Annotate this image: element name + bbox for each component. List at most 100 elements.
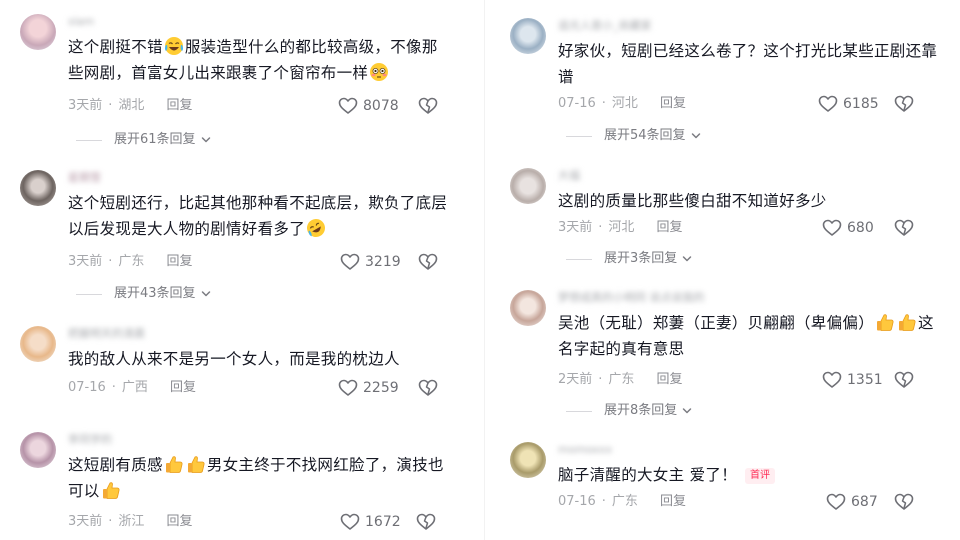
reply-button[interactable]: 回复 xyxy=(166,514,192,529)
avatar[interactable] xyxy=(510,290,546,326)
like-count: 687 xyxy=(851,494,878,510)
chevron-down-icon xyxy=(681,253,693,265)
broken-heart-icon xyxy=(894,370,914,390)
dislike-button[interactable] xyxy=(894,218,914,238)
comment-item: 星期雪 这个短剧还行，比起其他那种看不起底层，欺负了底层以后发现是大人物的剧情好… xyxy=(0,170,480,305)
username[interactable]: slam xyxy=(68,14,94,30)
dislike-button[interactable] xyxy=(418,378,438,398)
reply-button[interactable]: 回复 xyxy=(656,220,682,235)
location: 广东 xyxy=(118,254,145,269)
like-count: 6185 xyxy=(843,96,879,112)
reply-button[interactable]: 回复 xyxy=(656,372,682,387)
location: 广西 xyxy=(121,380,148,395)
like-button[interactable]: 687 xyxy=(826,492,878,512)
comment-text: 这短剧有质感 男女主终于不找网红脸了，演技也可以 xyxy=(68,454,444,500)
comment-text: 吴池（无耻）郑萋（正妻）贝翩翩（卑偏偏） 这名字起的真有意思 xyxy=(558,312,934,358)
comment-meta: 07-16 · 广西 回复 xyxy=(68,380,196,395)
rolling-on-floor-laughing-emoji xyxy=(306,218,326,238)
dislike-button[interactable] xyxy=(894,492,914,512)
username[interactable]: 李同学的 xyxy=(68,432,112,448)
thumbs-up-emoji xyxy=(164,454,184,474)
expand-replies-button[interactable]: 展开43条回复 xyxy=(76,284,212,304)
like-button[interactable]: 680 xyxy=(822,218,874,238)
username[interactable]: 把握明天的清晨 xyxy=(68,326,145,342)
heart-outline-icon xyxy=(338,96,358,116)
username[interactable]: 梦想成真的小明同 说点说我的 xyxy=(558,290,705,306)
thumbs-up-emoji xyxy=(101,480,121,500)
broken-heart-icon xyxy=(894,492,914,512)
reply-button[interactable]: 回复 xyxy=(660,494,686,509)
chevron-down-icon xyxy=(690,130,702,142)
timestamp: 3天前 xyxy=(558,220,593,235)
heart-outline-icon xyxy=(822,218,842,238)
comment-text: 我的敌人从来不是另一个女人，而是我的枕边人 xyxy=(68,350,400,368)
comment-meta: 07-16 · 河北 回复 xyxy=(558,96,686,111)
avatar[interactable] xyxy=(20,14,56,50)
broken-heart-icon xyxy=(418,378,438,398)
thumbs-up-emoji xyxy=(875,312,895,332)
like-count: 1351 xyxy=(847,372,883,388)
avatar[interactable] xyxy=(20,432,56,468)
location: 浙江 xyxy=(118,514,145,529)
chevron-down-icon xyxy=(200,288,212,300)
avatar[interactable] xyxy=(20,170,56,206)
heart-outline-icon xyxy=(340,252,360,272)
comment-item: momoxxx 脑子清醒的大女主 爱了！ 首评 07-16 · 广东 回复 687 xyxy=(490,442,960,532)
like-count: 3219 xyxy=(365,254,401,270)
like-button[interactable]: 8078 xyxy=(338,96,399,116)
timestamp: 2天前 xyxy=(558,372,593,387)
timestamp: 3天前 xyxy=(68,514,103,529)
username[interactable]: momoxxx xyxy=(558,442,612,458)
comment-item: slam 这个剧挺不错 服装造型什么的都比较高级，不像那些网剧，首富女儿出来跟裹了… xyxy=(0,14,480,147)
expand-replies-button[interactable]: 展开54条回复 xyxy=(566,126,702,146)
dislike-button[interactable] xyxy=(418,96,438,116)
avatar[interactable] xyxy=(510,168,546,204)
location: 广东 xyxy=(608,372,635,387)
avatar[interactable] xyxy=(510,18,546,54)
dislike-button[interactable] xyxy=(418,252,438,272)
location: 河北 xyxy=(611,96,638,111)
username[interactable]: 追光人是小_收藏家 xyxy=(558,18,652,34)
reply-button[interactable]: 回复 xyxy=(166,254,192,269)
comment-meta: 3天前 · 浙江 回复 xyxy=(68,514,193,529)
username[interactable]: 大福 xyxy=(558,168,580,184)
avatar[interactable] xyxy=(20,326,56,362)
dislike-button[interactable] xyxy=(894,94,914,114)
flushed-face-emoji xyxy=(369,62,389,82)
reply-button[interactable]: 回复 xyxy=(660,96,686,111)
dislike-button[interactable] xyxy=(894,370,914,390)
comment-meta: 3天前 · 湖北 回复 xyxy=(68,98,193,113)
location: 湖北 xyxy=(118,98,145,113)
timestamp: 07-16 xyxy=(558,494,596,509)
first-comment-badge: 首评 xyxy=(745,468,776,484)
comment-meta: 3天前 · 河北 回复 xyxy=(558,220,683,235)
comment-item: 追光人是小_收藏家 好家伙，短剧已经这么卷了？这个打光比某些正剧还靠谱 07-1… xyxy=(490,18,960,148)
reply-button[interactable]: 回复 xyxy=(166,98,192,113)
expand-replies-button[interactable]: 展开61条回复 xyxy=(76,130,212,150)
expand-replies-button[interactable]: 展开3条回复 xyxy=(566,249,693,269)
expand-replies-button[interactable]: 展开8条回复 xyxy=(566,401,693,421)
location: 河北 xyxy=(608,220,635,235)
reply-button[interactable]: 回复 xyxy=(170,380,196,395)
comment-text: 好家伙，短剧已经这么卷了？这个打光比某些正剧还靠谱 xyxy=(558,42,938,86)
thumbs-up-emoji xyxy=(897,312,917,332)
column-divider xyxy=(484,0,485,540)
like-button[interactable]: 1672 xyxy=(340,512,401,532)
like-button[interactable]: 2259 xyxy=(338,378,399,398)
broken-heart-icon xyxy=(894,94,914,114)
heart-outline-icon xyxy=(340,512,360,532)
timestamp: 3天前 xyxy=(68,98,103,113)
heart-outline-icon xyxy=(818,94,838,114)
broken-heart-icon xyxy=(418,96,438,116)
heart-outline-icon xyxy=(822,370,842,390)
like-count: 8078 xyxy=(363,98,399,114)
comment-text: 这个短剧还行，比起其他那种看不起底层，欺负了底层以后发现是大人物的剧情好看多了 xyxy=(68,190,448,242)
comment-meta: 3天前 · 广东 回复 xyxy=(68,254,193,269)
dislike-button[interactable] xyxy=(416,512,436,532)
like-button[interactable]: 1351 xyxy=(822,370,883,390)
avatar[interactable] xyxy=(510,442,546,478)
like-button[interactable]: 3219 xyxy=(340,252,401,272)
username[interactable]: 星期雪 xyxy=(68,170,101,186)
like-button[interactable]: 6185 xyxy=(818,94,879,114)
broken-heart-icon xyxy=(416,512,436,532)
